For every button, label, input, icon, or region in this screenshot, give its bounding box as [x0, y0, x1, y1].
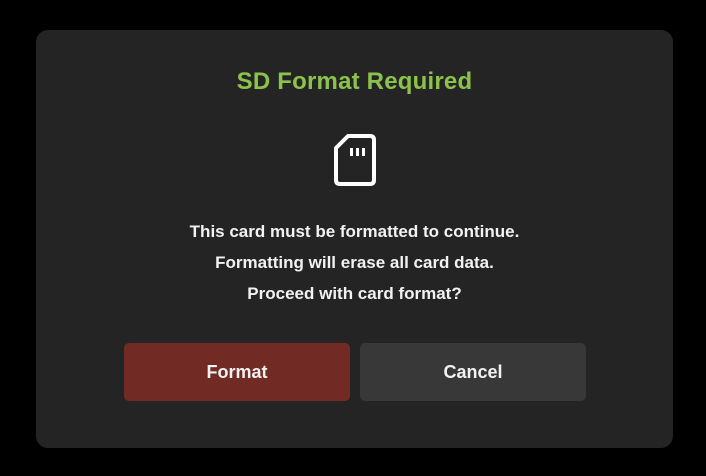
message-line: Formatting will erase all card data.: [215, 253, 494, 272]
dialog-message: This card must be formatted to continue.…: [36, 216, 673, 309]
dialog-title: SD Format Required: [236, 68, 473, 95]
message-line: This card must be formatted to continue.: [189, 222, 520, 241]
message-line: Proceed with card format?: [247, 284, 462, 303]
cancel-button[interactable]: Cancel: [360, 343, 586, 401]
sd-card-icon: [334, 134, 376, 186]
cancel-button-label: Cancel: [443, 361, 503, 382]
format-button-label: Format: [206, 361, 268, 382]
format-button[interactable]: Format: [124, 343, 350, 401]
sd-format-dialog: SD Format Required This card must be for…: [36, 30, 673, 448]
